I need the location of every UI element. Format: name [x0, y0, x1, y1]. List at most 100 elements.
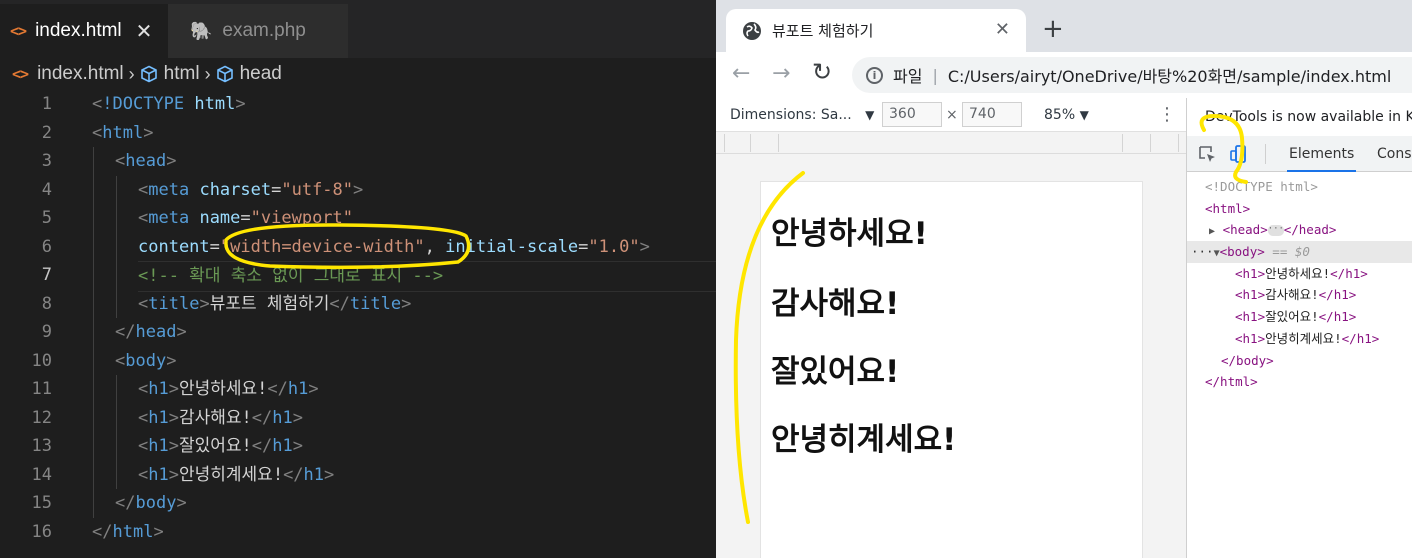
code-line: 14 <h1>안녕히계세요!</h1> — [0, 460, 716, 489]
viewport-heading: 안녕히계세요! — [771, 422, 957, 458]
line-number: 15 — [31, 493, 52, 513]
line-number: 10 — [31, 350, 52, 371]
tab-elements[interactable]: Elements — [1287, 136, 1357, 172]
code-line: 5 <meta name="viewport" — [0, 204, 716, 233]
code-line: 8 <title>뷰포트 체험하기</title> — [0, 289, 716, 318]
emulated-viewport-area: 안녕하세요! 감사해요! 잘있어요! 안녕히계세요! — [716, 154, 1186, 558]
code-line: 9 </head> — [0, 318, 716, 347]
dom-node[interactable]: </body> — [1187, 350, 1412, 372]
tab-exam-php[interactable]: 🐘 exam.php — [168, 4, 348, 58]
globe-icon — [743, 21, 761, 40]
address-bar[interactable]: i 파일 | C:/Users/airyt/OneDrive/바탕%20화면/s… — [852, 57, 1412, 93]
new-tab-button[interactable]: + — [1042, 14, 1064, 44]
ellipsis-icon[interactable]: ··· — [1267, 225, 1284, 237]
browser-tab-title: 뷰포트 체험하기 — [772, 22, 874, 40]
cube-icon — [216, 65, 233, 83]
code-line: 2 <html> — [0, 119, 716, 148]
chevron-right-icon: › — [128, 63, 135, 84]
dom-node[interactable]: ▶ <head>···</head> — [1187, 219, 1412, 241]
breadcrumb-item-html[interactable]: html — [164, 63, 200, 85]
dom-node[interactable]: <!DOCTYPE html> — [1187, 176, 1412, 198]
forward-arrow-icon[interactable]: → — [772, 61, 790, 86]
code-editor[interactable]: <> index.html ✕ 🐘 exam.php <> index.html… — [0, 0, 716, 558]
more-options-icon[interactable]: ⋮ — [1158, 104, 1176, 125]
code-line: 12 <h1>감사해요!</h1> — [0, 403, 716, 432]
code-line-active: 7 <!-- 확대 축소 없이 그대로 표시 --> — [0, 261, 716, 292]
times-symbol: × — [946, 106, 958, 123]
code-line: 3 <head> — [0, 147, 716, 176]
tab-console[interactable]: Conso — [1377, 136, 1412, 172]
devtools-tab-bar: Elements Conso — [1187, 136, 1412, 172]
cube-icon — [140, 65, 157, 83]
back-arrow-icon[interactable]: ← — [732, 61, 750, 86]
chevron-right-icon: › — [204, 63, 211, 84]
row-dots: ··· — [1191, 244, 1214, 260]
zoom-dropdown[interactable]: 85% ▼ — [1044, 107, 1089, 123]
code-line: 15 </body> — [0, 489, 716, 518]
code-line: 6 content="width=device-width", initial-s… — [0, 232, 716, 261]
expand-triangle-icon[interactable]: ▶ — [1209, 226, 1215, 237]
dimensions-dropdown[interactable]: Dimensions: Sa... ▼ — [730, 107, 874, 123]
browser-tab[interactable]: 뷰포트 체험하기 ✕ — [726, 9, 1026, 52]
reload-icon[interactable]: ↻ — [812, 58, 832, 86]
dom-node[interactable]: <h1>안녕하세요!</h1> — [1187, 263, 1412, 285]
close-icon[interactable]: ✕ — [136, 19, 153, 44]
dom-node[interactable]: <h1>안녕히계세요!</h1> — [1187, 328, 1412, 350]
tab-index-html[interactable]: <> index.html ✕ — [0, 4, 168, 58]
breadcrumb-item-head[interactable]: head — [240, 63, 282, 85]
code-line: 10 <body> — [0, 346, 716, 375]
dom-node[interactable]: </html> — [1187, 371, 1412, 393]
code-area[interactable]: 1 <!DOCTYPE html> 2 <html> 3 <head> 4 <meta … — [0, 90, 716, 546]
browser-tab-strip: 뷰포트 체험하기 ✕ + — [716, 0, 1412, 52]
line-number: 1 — [41, 94, 52, 114]
divider — [1265, 144, 1266, 164]
html-file-icon: <> — [10, 22, 27, 40]
line-number: 9 — [41, 322, 52, 342]
device-toolbar: Dimensions: Sa... ▼ 360 × 740 85% ▼ ⋮ — [716, 98, 1186, 132]
tab-label: index.html — [35, 20, 122, 41]
url-text[interactable]: C:/Users/airyt/OneDrive/바탕%20화면/sample/i… — [948, 63, 1391, 87]
devtools-notice: DevTools is now available in K — [1187, 98, 1412, 136]
line-number: 14 — [31, 464, 52, 485]
emulated-device-screen[interactable]: 안녕하세요! 감사해요! 잘있어요! 안녕히계세요! — [760, 181, 1143, 558]
dom-tree[interactable]: <!DOCTYPE html> <html> ▶ <head>···</head… — [1187, 176, 1412, 393]
code-line: 16 </html> — [0, 518, 716, 547]
line-number: 6 — [41, 236, 52, 257]
html-file-icon: <> — [12, 65, 29, 83]
width-input[interactable]: 360 — [882, 102, 942, 127]
editor-tab-bar: <> index.html ✕ 🐘 exam.php — [0, 0, 716, 58]
info-icon[interactable]: i — [866, 66, 883, 84]
breadcrumb: <> index.html › html › head — [0, 58, 716, 90]
close-icon[interactable]: ✕ — [995, 19, 1010, 40]
code-line: 1 <!DOCTYPE html> — [0, 90, 716, 119]
tab-label: exam.php — [222, 20, 306, 41]
line-number: 2 — [41, 122, 52, 143]
height-input[interactable]: 740 — [962, 102, 1022, 127]
line-number: 12 — [31, 407, 52, 428]
php-elephant-icon: 🐘 — [190, 20, 213, 41]
viewport-heading: 잘있어요! — [771, 354, 900, 390]
url-scheme: 파일 — [893, 67, 923, 86]
chevron-down-icon: ▼ — [1079, 107, 1089, 122]
line-number: 4 — [41, 179, 52, 200]
dom-node[interactable]: <h1>잘있어요!</h1> — [1187, 306, 1412, 328]
dom-node[interactable]: <h1>감사해요!</h1> — [1187, 284, 1412, 306]
inspect-element-icon[interactable] — [1197, 144, 1217, 164]
viewport-heading: 감사해요! — [771, 286, 900, 322]
browser-toolbar: ← → ↻ i 파일 | C:/Users/airyt/OneDrive/바탕%… — [716, 52, 1412, 98]
dom-node-selected[interactable]: ···▼<body> == $0 — [1187, 241, 1412, 263]
media-query-ruler[interactable] — [716, 132, 1186, 154]
viewport-heading: 안녕하세요! — [771, 216, 928, 252]
device-toggle-icon[interactable] — [1229, 144, 1249, 164]
line-number: 8 — [41, 293, 52, 314]
code-line: 11 <h1>안녕하세요!</h1> — [0, 375, 716, 404]
url-separator: | — [932, 65, 938, 85]
notice-text: DevTools is now available in K — [1205, 109, 1412, 125]
line-number: 7 — [41, 265, 52, 285]
line-number: 13 — [31, 436, 52, 456]
browser-window: 뷰포트 체험하기 ✕ + ← → ↻ i 파일 | C:/Users/airyt… — [716, 0, 1412, 558]
code-line: 13 <h1>잘있어요!</h1> — [0, 432, 716, 461]
breadcrumb-item-file[interactable]: index.html — [37, 63, 124, 85]
dom-node[interactable]: <html> — [1187, 198, 1412, 220]
code-line: 4 <meta charset="utf-8"> — [0, 175, 716, 204]
